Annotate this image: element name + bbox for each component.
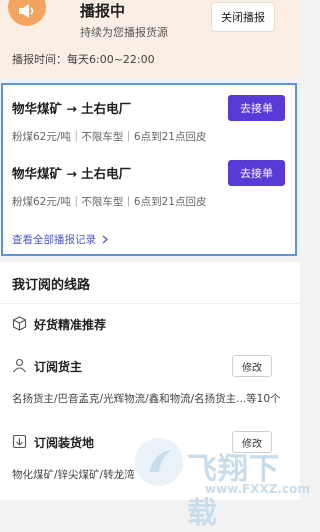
order-route[interactable]: 物华煤矿 → 土右电厂 <box>12 163 131 182</box>
watermark: 飞翔下载 www.FXXZ.com <box>135 438 310 531</box>
order-route[interactable]: 物华煤矿 → 土右电厂 <box>12 98 131 117</box>
edit-consignor-button[interactable]: 修改 <box>232 355 272 377</box>
view-all-link[interactable]: 查看全部播报记录 <box>12 232 108 247</box>
broadcast-subtitle: 持续为您播报货源 <box>80 26 168 39</box>
view-all-label: 查看全部播报记录 <box>12 234 96 246</box>
order-detail: 粉煤62元/吨｜不限车型｜6点到21点回皮 <box>12 196 207 208</box>
take-order-button[interactable]: 去接单 <box>228 95 285 121</box>
broadcast-card: 播报中 持续为您播报货源 播报时间：每天6:00~22:00 关闭播报 <box>0 0 300 78</box>
chevron-right-icon <box>102 235 108 244</box>
loading-label: 订阅装货地 <box>34 436 95 450</box>
watermark-url: www.FXXZ.com <box>205 482 310 496</box>
broadcast-title: 播报中 <box>80 2 126 20</box>
loading-place-icon <box>12 434 27 449</box>
loading-list: 物化煤矿/锌尖煤矿/转龙湾 <box>12 469 135 481</box>
close-broadcast-button[interactable]: 关闭播报 <box>211 2 275 32</box>
consignor-label: 订阅货主 <box>34 360 83 374</box>
recommend-label[interactable]: 好货精准推荐 <box>34 316 106 333</box>
cube-icon <box>12 316 27 331</box>
speaker-icon <box>8 0 46 26</box>
order-detail: 粉煤62元/吨｜不限车型｜6点到21点回皮 <box>12 131 207 143</box>
divider <box>0 303 300 304</box>
user-icon <box>13 358 26 373</box>
broadcast-time: 播报时间：每天6:00~22:00 <box>12 53 155 66</box>
section-title: 我订阅的线路 <box>12 278 91 293</box>
watermark-logo <box>135 438 183 486</box>
take-order-button[interactable]: 去接单 <box>228 160 285 186</box>
consignor-list: 名扬货主/巴音孟克/光辉物流/鑫和物流/名扬货主...等10个 <box>12 393 281 405</box>
